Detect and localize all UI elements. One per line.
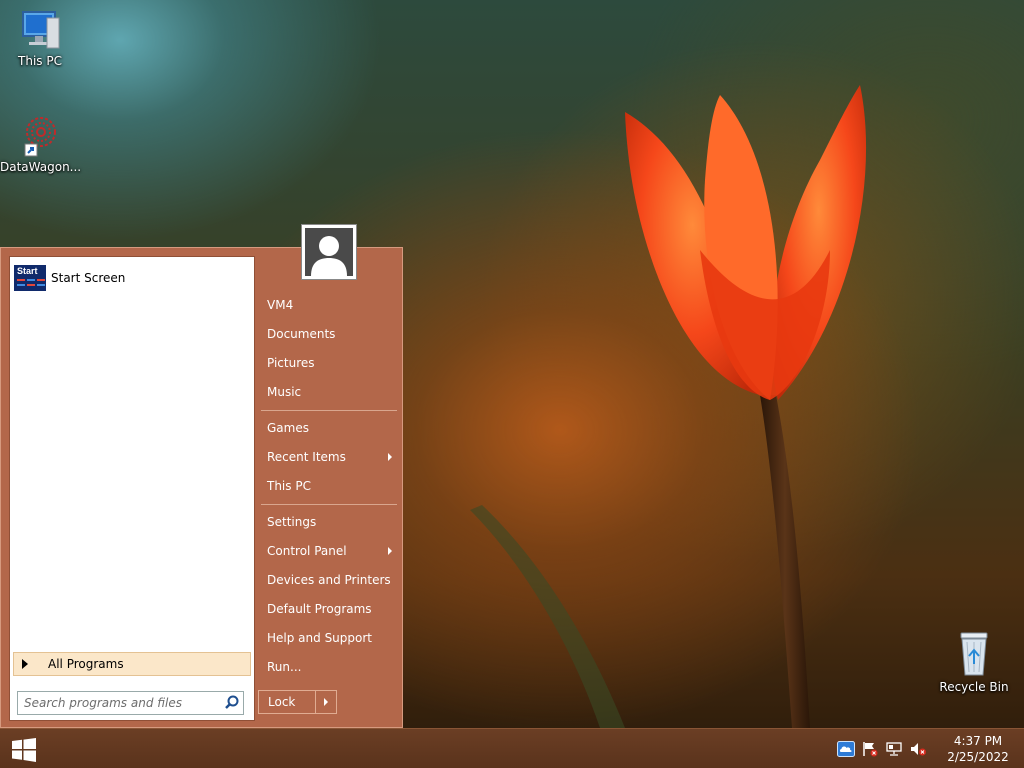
menu-separator — [261, 410, 397, 411]
link-label: Music — [267, 385, 302, 399]
link-label: Recent Items — [267, 450, 346, 464]
desktop-icon-recycle-bin[interactable]: Recycle Bin — [934, 630, 1014, 694]
link-user-folder[interactable]: VM4 — [260, 292, 398, 318]
taskbar-clock[interactable]: 4:37 PM 2/25/2022 — [940, 733, 1016, 765]
start-menu: Start Start Screen All Programs Search p… — [0, 224, 403, 728]
system-tray: 4:37 PM 2/25/2022 — [834, 729, 1024, 768]
submenu-arrow-icon — [388, 453, 392, 461]
cloud-icon[interactable] — [835, 738, 857, 760]
network-icon[interactable] — [883, 738, 905, 760]
start-tile-text: Start — [17, 266, 38, 276]
link-label: Run... — [267, 660, 302, 674]
user-name-label: VM4 — [267, 298, 294, 312]
start-screen-icon: Start — [14, 265, 46, 291]
link-pictures[interactable]: Pictures — [260, 350, 398, 376]
link-label: Games — [267, 421, 309, 435]
program-item-start-screen[interactable]: Start Start Screen — [14, 263, 250, 293]
link-documents[interactable]: Documents — [260, 321, 398, 347]
user-avatar[interactable] — [301, 224, 357, 280]
link-label: Help and Support — [267, 631, 372, 645]
search-box[interactable] — [17, 691, 244, 715]
shutdown-options-button[interactable] — [316, 690, 337, 714]
desktop-icon-label: DataWagon... — [0, 160, 82, 174]
all-programs-label: All Programs — [48, 657, 124, 671]
link-label: Devices and Printers — [267, 573, 391, 587]
all-programs-button[interactable]: All Programs — [13, 652, 251, 676]
link-label: Control Panel — [267, 544, 347, 558]
lock-button-group: Lock — [258, 690, 337, 714]
link-recent-items[interactable]: Recent Items — [260, 444, 398, 470]
link-default-programs[interactable]: Default Programs — [260, 596, 398, 622]
program-item-label: Start Screen — [51, 271, 126, 285]
link-music[interactable]: Music — [260, 379, 398, 405]
desktop-icon-label: Recycle Bin — [939, 680, 1009, 694]
link-settings[interactable]: Settings — [260, 509, 398, 535]
taskbar: 4:37 PM 2/25/2022 — [0, 728, 1024, 768]
recycle-bin-icon — [960, 632, 988, 676]
user-icon — [311, 236, 347, 276]
windows-start-button[interactable] — [8, 737, 40, 763]
triangle-right-icon — [324, 698, 328, 706]
link-help-and-support[interactable]: Help and Support — [260, 625, 398, 651]
link-control-panel[interactable]: Control Panel — [260, 538, 398, 564]
desktop-icon-label: This PC — [18, 54, 62, 68]
link-label: This PC — [267, 479, 311, 493]
computer-icon — [22, 11, 60, 49]
link-label: Settings — [267, 515, 317, 529]
lock-button[interactable]: Lock — [258, 690, 316, 714]
windows-logo-icon — [12, 738, 36, 762]
link-devices-and-printers[interactable]: Devices and Printers — [260, 567, 398, 593]
link-label: Documents — [267, 327, 336, 341]
link-run[interactable]: Run... — [260, 654, 398, 680]
triangle-right-icon — [22, 659, 28, 669]
volume-muted-icon[interactable] — [907, 738, 929, 760]
search-input[interactable] — [24, 693, 221, 713]
link-label: Pictures — [267, 356, 315, 370]
clock-date: 2/25/2022 — [947, 750, 1009, 764]
link-label: Default Programs — [267, 602, 372, 616]
action-center-flag-icon[interactable] — [859, 738, 881, 760]
link-games[interactable]: Games — [260, 415, 398, 441]
desktop-icon-datawagon[interactable]: DataWagon... — [0, 112, 82, 174]
desktop-icon-this-pc[interactable]: This PC — [0, 8, 80, 68]
datawagon-shortcut-icon — [24, 117, 56, 157]
clock-time: 4:37 PM — [953, 734, 1003, 748]
programs-pane: Start Start Screen All Programs — [9, 256, 255, 721]
submenu-arrow-icon — [388, 547, 392, 555]
menu-separator — [261, 504, 397, 505]
link-this-pc[interactable]: This PC — [260, 473, 398, 499]
search-icon[interactable] — [221, 693, 243, 713]
